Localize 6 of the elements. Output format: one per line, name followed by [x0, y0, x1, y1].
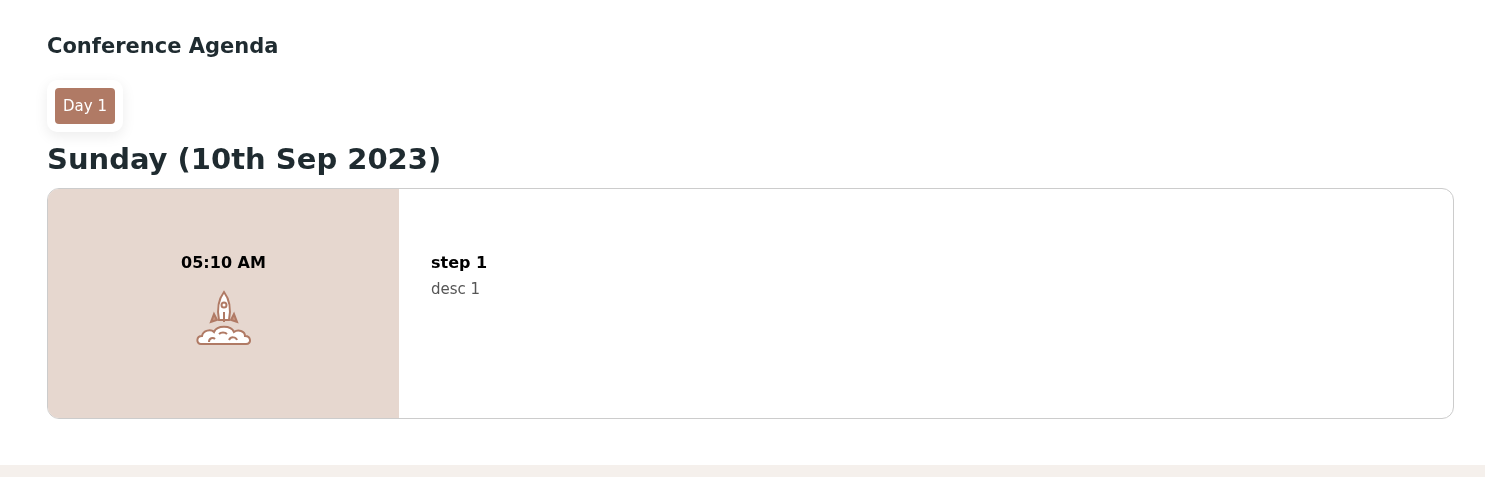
day-heading: Sunday (10th Sep 2023) — [47, 142, 443, 176]
day-tab[interactable]: Day 1 — [55, 88, 115, 124]
session-time: 05:10 AM — [181, 253, 266, 272]
page-title: Conference Agenda — [47, 34, 280, 58]
session-description: desc 1 — [431, 280, 482, 298]
session-title: step 1 — [431, 253, 488, 272]
